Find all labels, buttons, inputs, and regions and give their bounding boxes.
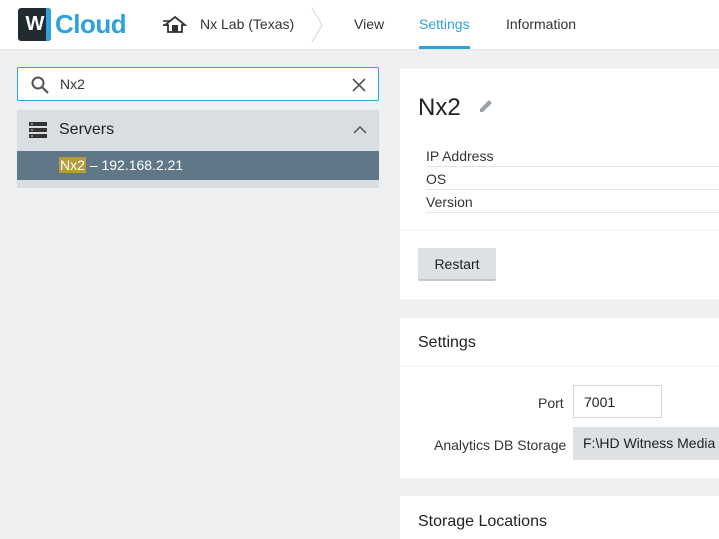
logo-stripe (46, 8, 51, 41)
info-row-ip: IP Address (426, 145, 719, 167)
chevron-up-icon[interactable] (353, 125, 367, 135)
logo-mark: W (18, 8, 51, 41)
server-stack-icon (29, 122, 47, 138)
info-label-version: Version (426, 194, 473, 210)
servers-group-label: Servers (59, 121, 115, 138)
logo-letter: W (25, 13, 45, 35)
storage-locations-title: Storage Locations (418, 513, 547, 530)
active-tab-indicator (419, 46, 470, 49)
close-icon[interactable] (351, 77, 367, 93)
system-name: Nx Lab (Texas) (200, 16, 295, 32)
analytics-storage-label: Analytics DB Storage (434, 437, 567, 453)
info-label-os: OS (426, 171, 447, 187)
analytics-storage-select[interactable]: F:\HD Witness Media (573, 427, 719, 460)
server-info-card: Nx2 IP Address OS Version (400, 69, 719, 230)
top-header: W Cloud Nx Lab (Texas) View Settings Inf… (0, 0, 719, 50)
server-list-item-ip: – 192.168.2.21 (85, 157, 184, 173)
storage-locations-card-header: Storage Locations (400, 496, 719, 539)
server-list-item[interactable]: Nx2 – 192.168.2.21 (17, 151, 379, 180)
breadcrumb-separator-icon (311, 7, 323, 43)
server-list-item-label: Nx2 – 192.168.2.21 (59, 157, 183, 173)
nav-view[interactable]: View (354, 16, 384, 32)
nav-information[interactable]: Information (506, 16, 576, 32)
system-selector[interactable]: Nx Lab (Texas) (163, 14, 294, 34)
info-label-ip: IP Address (426, 148, 494, 164)
settings-card-body: Port 7001 Analytics DB Storage F:\HD Wit… (400, 367, 719, 478)
house-icon (163, 15, 187, 33)
server-actions-card: Restart (400, 231, 719, 299)
settings-title: Settings (418, 334, 476, 351)
search-match-highlight: Nx2 (59, 157, 86, 173)
nav-settings[interactable]: Settings (419, 16, 470, 32)
server-search (17, 67, 379, 101)
pencil-icon[interactable] (478, 98, 494, 114)
logo-text: Cloud (55, 9, 127, 39)
info-row-version: Version (426, 191, 719, 213)
logo[interactable]: W Cloud (18, 8, 127, 41)
restart-button[interactable]: Restart (418, 248, 496, 281)
port-input[interactable]: 7001 (573, 385, 662, 418)
search-input[interactable] (60, 76, 340, 92)
search-icon (31, 76, 49, 94)
info-row-os: OS (426, 168, 719, 190)
servers-group-header[interactable]: Servers (17, 110, 379, 150)
port-label: Port (538, 395, 564, 411)
settings-card-header: Settings (400, 318, 719, 366)
server-tree: Servers Nx2 – 192.168.2.21 (17, 110, 379, 188)
server-title: Nx2 (418, 94, 461, 121)
